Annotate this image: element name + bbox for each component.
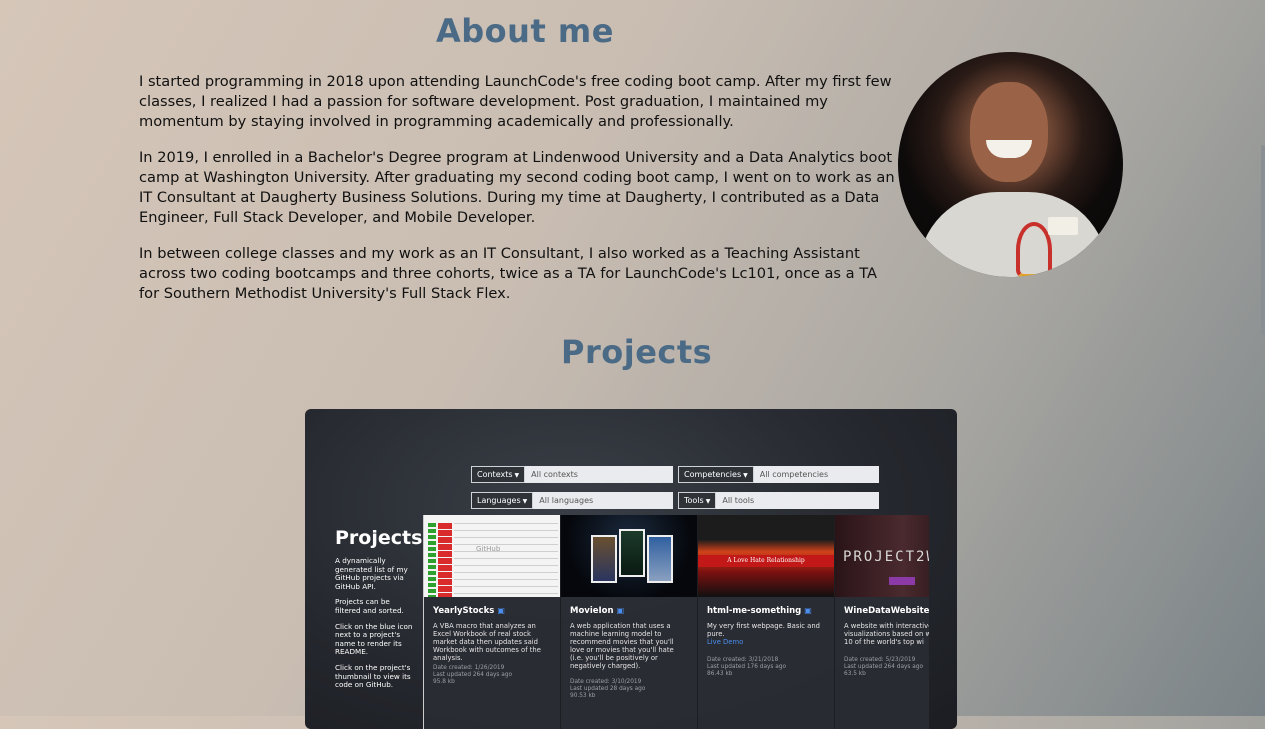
about-paragraph: In between college classes and my work a… <box>139 245 878 302</box>
project-meta: Date created: 3/10/2019 Last updated 28 … <box>570 679 646 699</box>
languages-filter[interactable]: Languages ▼ All languages <box>471 492 673 509</box>
projects-preview-image[interactable]: Contexts ▼ All contexts Competencies ▼ All… <box>305 409 957 729</box>
projects-title: Projects <box>561 333 713 371</box>
profile-photo <box>898 52 1123 277</box>
caret-down-icon: ▼ <box>743 472 748 479</box>
live-demo-link[interactable]: Live Demo <box>707 638 825 646</box>
languages-value[interactable]: All languages <box>533 492 673 509</box>
sidebar-note: Projects can be filtered and sorted. <box>335 597 404 615</box>
thumbnail-banner: PROJECT2W <box>843 549 929 565</box>
project-description: A website with interactive data visualiz… <box>844 622 929 646</box>
sidebar-note: Click on the blue icon next to a project… <box>335 621 413 657</box>
project-name: YearlyStocks ▣ <box>433 606 505 616</box>
sidebar-heading: Projects <box>335 527 423 549</box>
project-cards: GitHub YearlyStocks ▣ A VBA macro that an… <box>423 515 929 729</box>
tools-dropdown-button[interactable]: Tools ▼ <box>678 492 717 509</box>
project-description: My very first webpage. Basic and pure. L… <box>707 622 825 646</box>
sidebar-note: Click on the project's thumbnail to view… <box>335 662 411 690</box>
projects-sidebar: Projects A dynamically generated list of… <box>335 527 423 697</box>
about-title: About me <box>436 12 614 50</box>
project-card: A Love Hate Relationship html-me-somethi… <box>698 515 835 729</box>
languages-dropdown-button[interactable]: Languages ▼ <box>471 492 534 509</box>
project-meta: Date created: 5/23/2019 Last updated 264… <box>844 657 924 677</box>
project-description: A web application that uses a machine le… <box>570 622 674 670</box>
tools-filter[interactable]: Tools ▼ All tools <box>678 492 879 509</box>
contexts-dropdown-button[interactable]: Contexts ▼ <box>471 466 526 483</box>
project-card: GitHub YearlyStocks ▣ A VBA macro that an… <box>424 515 561 729</box>
shirt-logo-icon <box>1016 222 1052 277</box>
sidebar-note: A dynamically generated list of my GitHu… <box>335 556 408 591</box>
page-scrollbar[interactable] <box>1261 145 1265 335</box>
github-overlay-text: GitHub <box>476 545 501 553</box>
competencies-filter[interactable]: Competencies ▼ All competencies <box>678 466 879 483</box>
competencies-value[interactable]: All competencies <box>753 466 879 483</box>
caret-down-icon: ▼ <box>705 498 711 505</box>
project-thumbnail[interactable]: PROJECT2W <box>835 515 929 597</box>
project-description: A VBA macro that analyzes an Excel Workb… <box>433 622 541 662</box>
competencies-dropdown-button[interactable]: Competencies ▼ <box>678 466 754 483</box>
project-thumbnail[interactable]: A Love Hate Relationship <box>698 515 834 597</box>
about-text: I started programming in 2018 upon atten… <box>139 72 899 320</box>
project-meta: Date created: 1/26/2019 Last updated 264… <box>433 665 513 685</box>
tools-value[interactable]: All tools <box>716 492 879 509</box>
project-name: WineDataWebsite▣ <box>844 606 929 616</box>
caret-down-icon: ▼ <box>522 498 528 505</box>
about-paragraph: In 2019, I enrolled in a Bachelor's Degr… <box>139 149 895 226</box>
name-badge <box>1048 217 1078 235</box>
project-card: PROJECT2W WineDataWebsite▣ A website wit… <box>835 515 929 729</box>
contexts-value[interactable]: All contexts <box>525 466 673 483</box>
readme-book-icon[interactable]: ▣ <box>497 606 505 615</box>
project-card: MovieIon ▣ A web application that uses a … <box>561 515 698 729</box>
contexts-filter[interactable]: Contexts ▼ All contexts <box>471 466 673 483</box>
about-paragraph: I started programming in 2018 upon atten… <box>139 73 892 130</box>
caret-down-icon: ▼ <box>514 472 520 479</box>
project-thumbnail[interactable] <box>561 515 697 597</box>
project-meta: Date created: 3/21/2018 Last updated 176… <box>707 657 787 677</box>
readme-book-icon[interactable]: ▣ <box>804 606 812 615</box>
project-thumbnail[interactable]: GitHub <box>424 515 560 597</box>
project-name: MovieIon ▣ <box>570 606 625 616</box>
project-name: html-me-something ▣ <box>707 606 812 616</box>
thumbnail-banner: A Love Hate Relationship <box>698 555 834 567</box>
readme-book-icon[interactable]: ▣ <box>617 606 625 615</box>
